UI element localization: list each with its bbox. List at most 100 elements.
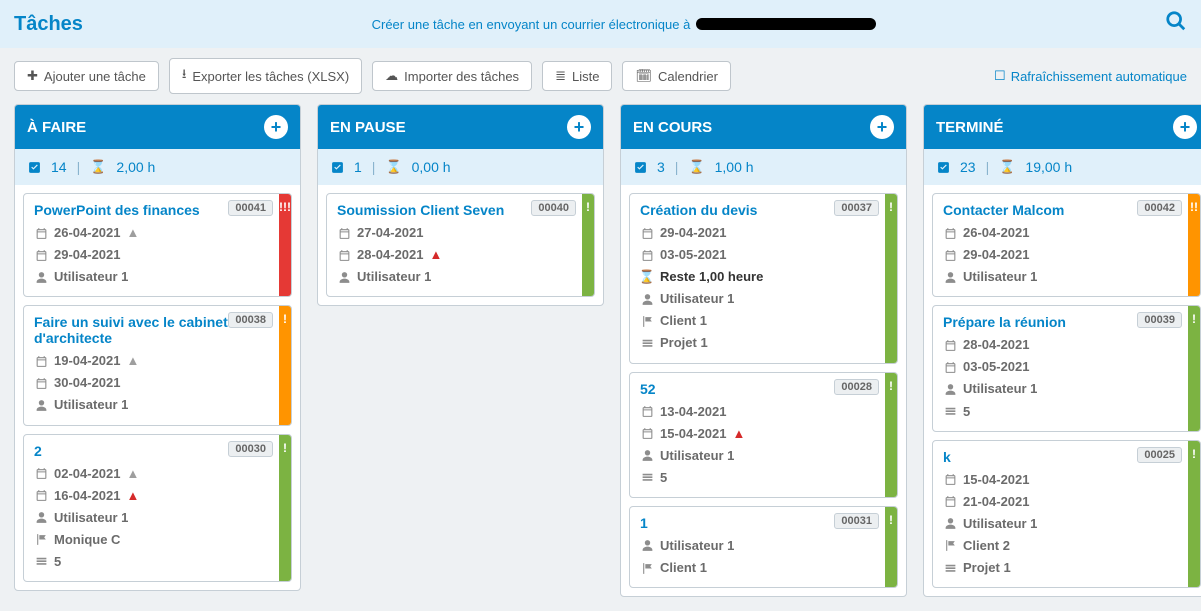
export-tasks-button[interactable]: ⭳Exporter les tâches (XLSX) [169,58,362,94]
cal-icon [943,495,957,508]
card-row-text: 02-04-2021 [54,463,121,485]
card-row-text: Utilisateur 1 [963,513,1037,535]
column-hours: 19,00 h [1025,159,1072,175]
column: EN COURS + 3 | ⌛ 1,00 h Création du devi… [620,104,907,597]
priority-stripe: ! [279,306,291,424]
card-id: 00039 [1137,312,1182,328]
card-row: 29-04-2021 [34,244,269,266]
add-card-button[interactable]: + [264,115,288,139]
column: EN PAUSE + 1 | ⌛ 0,00 h Soumission Clien… [317,104,604,306]
card-row-text: 16-04-2021 [54,485,121,507]
card-row-text: Utilisateur 1 [54,266,128,288]
cal-icon [943,339,957,352]
upload-icon: ☁ [385,68,398,84]
card-row: ⌛ Reste 1,00 heure [640,266,875,288]
card-row-text: 29-04-2021 [660,222,727,244]
task-card[interactable]: Soumission Client Seven 27-04-2021 28-04… [326,193,595,297]
card-row-text: Utilisateur 1 [54,394,128,416]
card-row: 02-04-2021 ▲ [34,463,269,485]
card-row: 26-04-2021 ▲ [34,222,269,244]
card-id: 00042 [1137,200,1182,216]
column-title: À FAIRE [27,119,86,136]
calendar-icon: 🗓 [635,68,652,84]
user-icon [640,293,654,306]
card-row-text: 19-04-2021 [54,350,121,372]
column-header: TERMINÉ + [924,105,1201,149]
card-row: Utilisateur 1 [34,394,269,416]
task-card[interactable]: Contacter Malcom 26-04-2021 29-04-2021 U… [932,193,1201,297]
download-icon: ⭳ [182,65,187,87]
task-card[interactable]: PowerPoint des finances 26-04-2021 ▲ 29-… [23,193,292,297]
card-row: 5 [943,401,1178,423]
card-id: 00037 [834,200,879,216]
card-row: Utilisateur 1 [34,266,269,288]
card-row: Monique C [34,529,269,551]
column-title: EN COURS [633,119,712,136]
user-icon [640,449,654,462]
card-row: 15-04-2021 [943,469,1178,491]
card-row: Utilisateur 1 [337,266,572,288]
list-view-button[interactable]: ≣Liste [542,61,612,91]
cal-icon [943,473,957,486]
card-row: Projet 1 [640,332,875,354]
import-tasks-button[interactable]: ☁Importer des tâches [372,61,532,91]
priority-stripe: ! [1188,306,1200,430]
add-card-button[interactable]: + [870,115,894,139]
priority-stripe: ! [279,435,291,581]
task-card[interactable]: k 15-04-2021 21-04-2021 Utilisateur 1 Cl… [932,440,1201,588]
user-icon [337,271,351,284]
card-row-text: 27-04-2021 [357,222,424,244]
card-row-text: 30-04-2021 [54,372,121,394]
cal-icon [640,405,654,418]
card-row: 13-04-2021 [640,401,875,423]
column-count: 3 [657,159,665,175]
task-card[interactable]: Prépare la réunion 28-04-2021 03-05-2021… [932,305,1201,431]
calendar-view-button[interactable]: 🗓Calendrier [622,61,731,91]
card-row-text: Monique C [54,529,120,551]
card-row-text: Projet 1 [660,332,708,354]
card-row: 5 [34,551,269,573]
task-card[interactable]: 52 13-04-2021 15-04-2021 ▲ Utilisateur 1… [629,372,898,498]
card-row-text: 13-04-2021 [660,401,727,423]
auto-refresh-toggle[interactable]: ☐ Rafraîchissement automatique [994,68,1187,84]
task-card[interactable]: Faire un suivi avec le cabinet d'archite… [23,305,292,425]
card-row: Utilisateur 1 [640,445,875,467]
task-card[interactable]: 2 02-04-2021 ▲ 16-04-2021 ▲ Utilisateur … [23,434,292,582]
task-card[interactable]: Création du devis 29-04-2021 03-05-2021 … [629,193,898,364]
alert-icon: ▲ [430,244,443,266]
column-stats: 23 | ⌛ 19,00 h [924,149,1201,185]
card-row-text: 28-04-2021 [357,244,424,266]
cal-icon [34,489,48,502]
add-card-button[interactable]: + [1173,115,1197,139]
card-row: 19-04-2021 ▲ [34,350,269,372]
card-row-text: 28-04-2021 [963,334,1030,356]
redacted-email [696,18,876,30]
card-row-text: Utilisateur 1 [660,288,734,310]
card-row: 30-04-2021 [34,372,269,394]
add-task-button[interactable]: ✚Ajouter une tâche [14,61,159,91]
bars-icon [943,405,957,418]
column-header: EN PAUSE + [318,105,603,149]
card-row-text: 15-04-2021 [660,423,727,445]
card-row-text: Client 2 [963,535,1010,557]
flag-icon [34,533,48,546]
card-row-text: Utilisateur 1 [963,378,1037,400]
card-row-text: Utilisateur 1 [54,507,128,529]
check-icon [27,161,41,174]
cal-icon [943,249,957,262]
card-id: 00028 [834,379,879,395]
column-title: EN PAUSE [330,119,406,136]
cal-icon [640,427,654,440]
list-icon: ≣ [555,68,566,84]
warning-icon: ▲ [127,463,140,485]
column-hours: 1,00 h [715,159,754,175]
card-id: 00031 [834,513,879,529]
flag-icon [640,315,654,328]
task-card[interactable]: 1 Utilisateur 1 Client 1 00031 ! [629,506,898,588]
add-card-button[interactable]: + [567,115,591,139]
cal-icon [943,227,957,240]
card-row: 5 [640,467,875,489]
cal-icon [34,467,48,480]
search-icon[interactable] [1165,10,1187,38]
priority-stripe: !!! [279,194,291,296]
